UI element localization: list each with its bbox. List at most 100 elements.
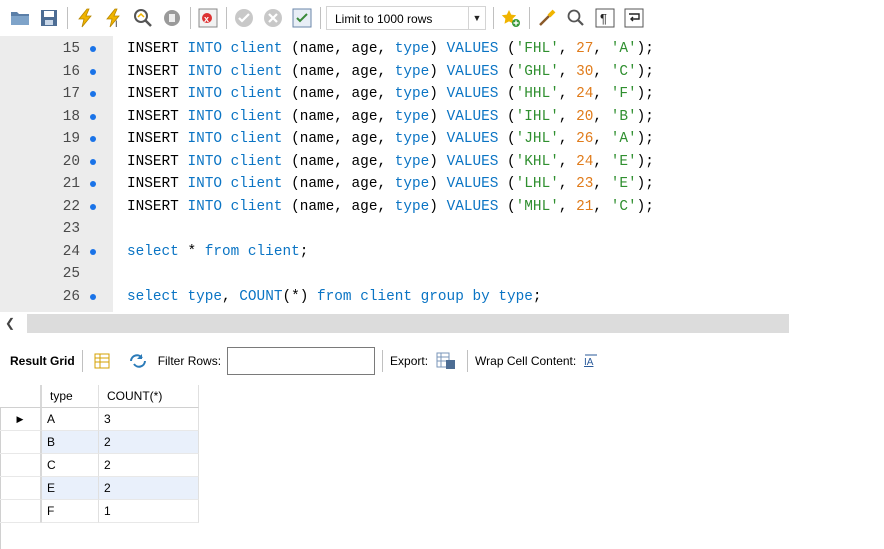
toggle-error-icon[interactable]: x: [196, 6, 220, 30]
scrollbar-thumb[interactable]: [27, 314, 789, 333]
commit-icon[interactable]: [232, 6, 256, 30]
code-line[interactable]: 24 select * from client;: [0, 241, 884, 264]
code-text[interactable]: INSERT INTO client (name, age, type) VAL…: [127, 196, 654, 219]
result-grid-tab[interactable]: Result Grid: [10, 354, 75, 368]
code-token: INSERT: [127, 198, 188, 215]
code-text[interactable]: INSERT INTO client (name, age, type) VAL…: [127, 128, 654, 151]
code-line[interactable]: 19 INSERT INTO client (name, age, type) V…: [0, 128, 884, 151]
code-line[interactable]: 25: [0, 263, 884, 286]
explain-icon[interactable]: [131, 6, 155, 30]
grid-view-icon[interactable]: [94, 353, 110, 369]
invisible-chars-icon[interactable]: ¶: [593, 6, 617, 30]
code-token: (name, age,: [291, 63, 395, 80]
code-line[interactable]: 16 INSERT INTO client (name, age, type) V…: [0, 61, 884, 84]
editor-horizontal-scrollbar[interactable]: ❮: [0, 312, 884, 334]
cell-count[interactable]: 3: [99, 408, 199, 431]
limit-rows-select[interactable]: Limit to 1000 rows ▼: [326, 6, 486, 30]
table-row[interactable]: F1: [0, 500, 200, 523]
save-icon[interactable]: [37, 6, 61, 30]
execute-icon[interactable]: [73, 6, 97, 30]
rollback-icon[interactable]: [261, 6, 285, 30]
code-token: 'C': [610, 63, 637, 80]
add-snippet-icon[interactable]: [499, 6, 523, 30]
code-token: );: [636, 41, 654, 57]
cell-count[interactable]: 2: [99, 431, 199, 454]
code-token: ,: [558, 176, 577, 192]
code-token: ,: [558, 131, 577, 147]
code-line[interactable]: 17 INSERT INTO client (name, age, type) V…: [0, 83, 884, 106]
code-text[interactable]: INSERT INTO client (name, age, type) VAL…: [127, 106, 654, 129]
code-line[interactable]: 18 INSERT INTO client (name, age, type) V…: [0, 106, 884, 129]
column-header-type[interactable]: type: [41, 385, 99, 408]
table-row[interactable]: B2: [0, 431, 200, 454]
code-token: from client group by type: [317, 288, 533, 305]
filter-rows-input[interactable]: [227, 347, 376, 375]
sql-editor[interactable]: 15 INSERT INTO client (name, age, type) V…: [0, 36, 884, 312]
code-text[interactable]: select type, COUNT(*) from client group …: [127, 286, 542, 309]
autocommit-icon[interactable]: [290, 6, 314, 30]
code-text[interactable]: INSERT INTO client (name, age, type) VAL…: [127, 173, 654, 196]
toolbar-separator: [529, 7, 530, 29]
cell-count[interactable]: 2: [99, 477, 199, 500]
limit-rows-value[interactable]: Limit to 1000 rows: [326, 6, 468, 30]
code-line[interactable]: 20 INSERT INTO client (name, age, type) V…: [0, 151, 884, 174]
code-token: INTO client: [187, 176, 292, 192]
cell-count[interactable]: 1: [99, 500, 199, 523]
code-token: ,: [593, 153, 611, 170]
code-text[interactable]: INSERT INTO client (name, age, type) VAL…: [127, 61, 654, 84]
cell-type[interactable]: B: [41, 431, 99, 454]
code-token: ;: [532, 288, 542, 305]
find-icon[interactable]: [564, 6, 588, 30]
code-token: ): [429, 131, 447, 147]
cell-type[interactable]: C: [41, 454, 99, 477]
cell-type[interactable]: A: [41, 408, 99, 431]
cell-count[interactable]: 2: [99, 454, 199, 477]
code-text[interactable]: INSERT INTO client (name, age, type) VAL…: [127, 38, 654, 61]
chevron-down-icon[interactable]: ▼: [468, 6, 486, 30]
execute-current-icon[interactable]: I: [102, 6, 126, 30]
beautify-icon[interactable]: [535, 6, 559, 30]
code-token: ): [429, 108, 447, 125]
cell-type[interactable]: F: [41, 500, 99, 523]
svg-text:¶: ¶: [600, 11, 607, 26]
table-row[interactable]: ▶ A 3: [0, 408, 200, 431]
code-line[interactable]: 15 INSERT INTO client (name, age, type) V…: [0, 38, 884, 61]
code-token: VALUES: [446, 176, 508, 192]
row-selector[interactable]: [0, 477, 41, 500]
line-number: 26: [62, 288, 80, 305]
open-folder-icon[interactable]: [8, 6, 32, 30]
stop-icon[interactable]: [160, 6, 184, 30]
column-header-count[interactable]: COUNT(*): [99, 385, 199, 408]
code-token: ,: [593, 41, 611, 57]
row-selector[interactable]: ▶: [0, 408, 41, 431]
result-grid[interactable]: type COUNT(*) ▶ A 3 B 2 C 2 E 2 F 1: [0, 385, 200, 523]
table-row[interactable]: E2: [0, 477, 200, 500]
wrap-cell-icon[interactable]: IA: [584, 354, 598, 368]
refresh-icon[interactable]: [128, 353, 148, 369]
code-text[interactable]: select * from client;: [127, 241, 308, 264]
code-token: type: [394, 41, 430, 57]
wrap-lines-icon[interactable]: [622, 6, 646, 30]
wrap-cell-content-label: Wrap Cell Content:: [475, 354, 577, 368]
row-selector[interactable]: [0, 431, 41, 454]
code-line[interactable]: 26 select type, COUNT(*) from client grou…: [0, 286, 884, 309]
code-line[interactable]: 21 INSERT INTO client (name, age, type) V…: [0, 173, 884, 196]
row-selector[interactable]: [0, 500, 41, 523]
code-token: 'F': [610, 86, 637, 102]
table-row[interactable]: C2: [0, 454, 200, 477]
code-token: VALUES: [446, 63, 508, 80]
cell-type[interactable]: E: [41, 477, 99, 500]
code-text[interactable]: INSERT INTO client (name, age, type) VAL…: [127, 151, 654, 174]
code-text[interactable]: INSERT INTO client (name, age, type) VAL…: [127, 83, 654, 106]
code-token: 'GHL': [515, 63, 559, 80]
export-icon[interactable]: [436, 352, 456, 370]
grid-header-row: type COUNT(*): [0, 385, 200, 408]
code-token: ,: [558, 108, 577, 125]
row-selector[interactable]: [0, 454, 41, 477]
code-line[interactable]: 23: [0, 218, 884, 241]
code-token: 26: [576, 131, 594, 147]
code-line[interactable]: 22 INSERT INTO client (name, age, type) V…: [0, 196, 884, 219]
scroll-left-arrow-icon[interactable]: ❮: [5, 314, 21, 332]
svg-text:I: I: [115, 19, 118, 28]
code-token: INSERT: [127, 131, 188, 147]
